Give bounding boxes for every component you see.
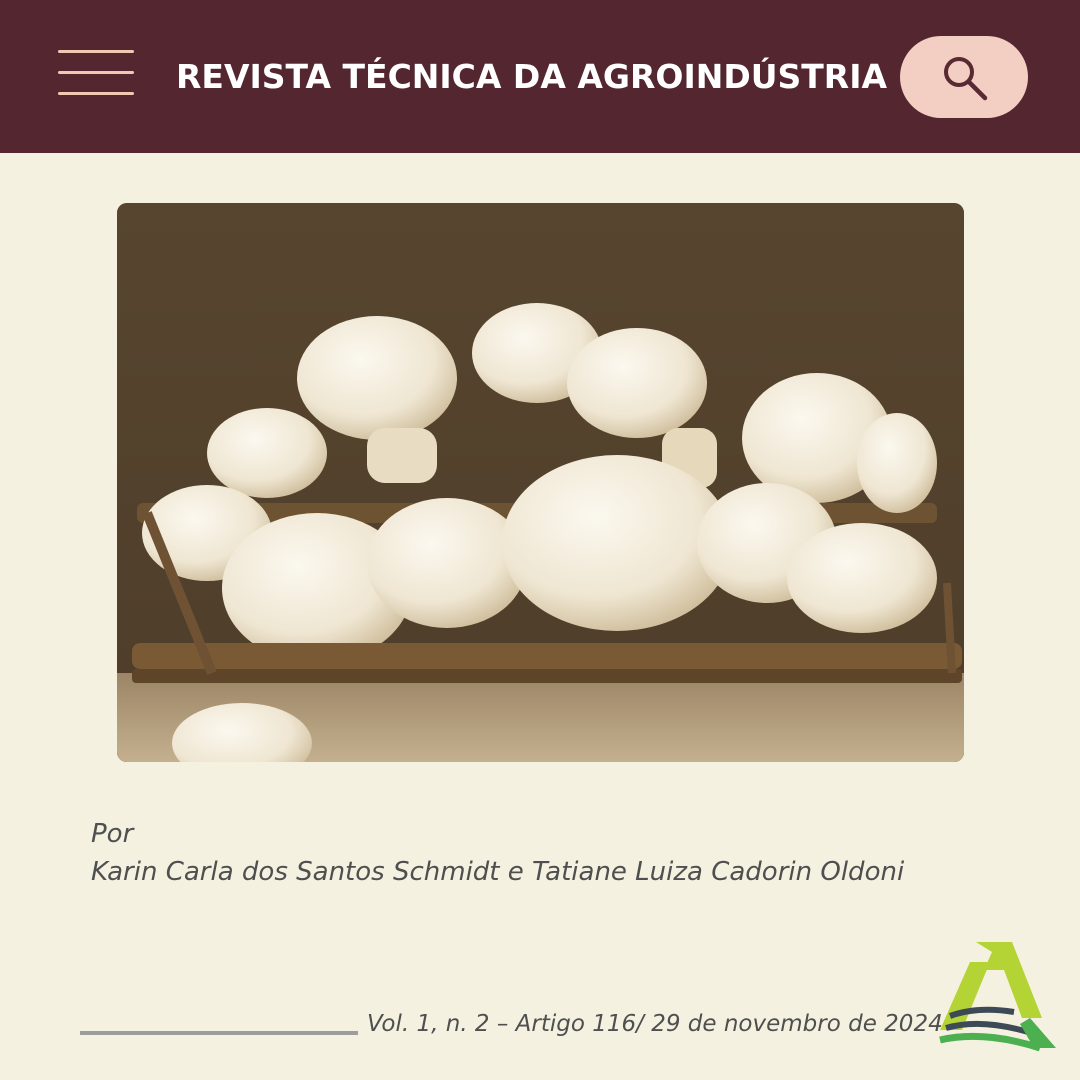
issue-info: Vol. 1, n. 2 – Artigo 116/ 29 de novembr… <box>367 1011 943 1037</box>
byline-prefix: Por <box>91 819 134 849</box>
article-hero-image <box>117 203 964 762</box>
app-header: REVISTA TÉCNICA DA AGROINDÚSTRIA <box>0 0 1080 153</box>
magnifier-icon <box>944 57 988 101</box>
menu-line <box>58 71 134 74</box>
site-title: REVISTA TÉCNICA DA AGROINDÚSTRIA <box>176 57 888 96</box>
menu-line <box>58 50 134 53</box>
search-button[interactable] <box>900 36 1028 118</box>
menu-line <box>58 92 134 95</box>
article-authors: Karin Carla dos Santos Schmidt e Tatiane… <box>91 857 905 887</box>
hamburger-menu-icon[interactable] <box>58 48 136 98</box>
agroindustry-a-logo-icon <box>939 942 1056 1052</box>
mushrooms-in-basket-illustration <box>117 203 964 762</box>
footer-divider <box>80 1031 358 1035</box>
